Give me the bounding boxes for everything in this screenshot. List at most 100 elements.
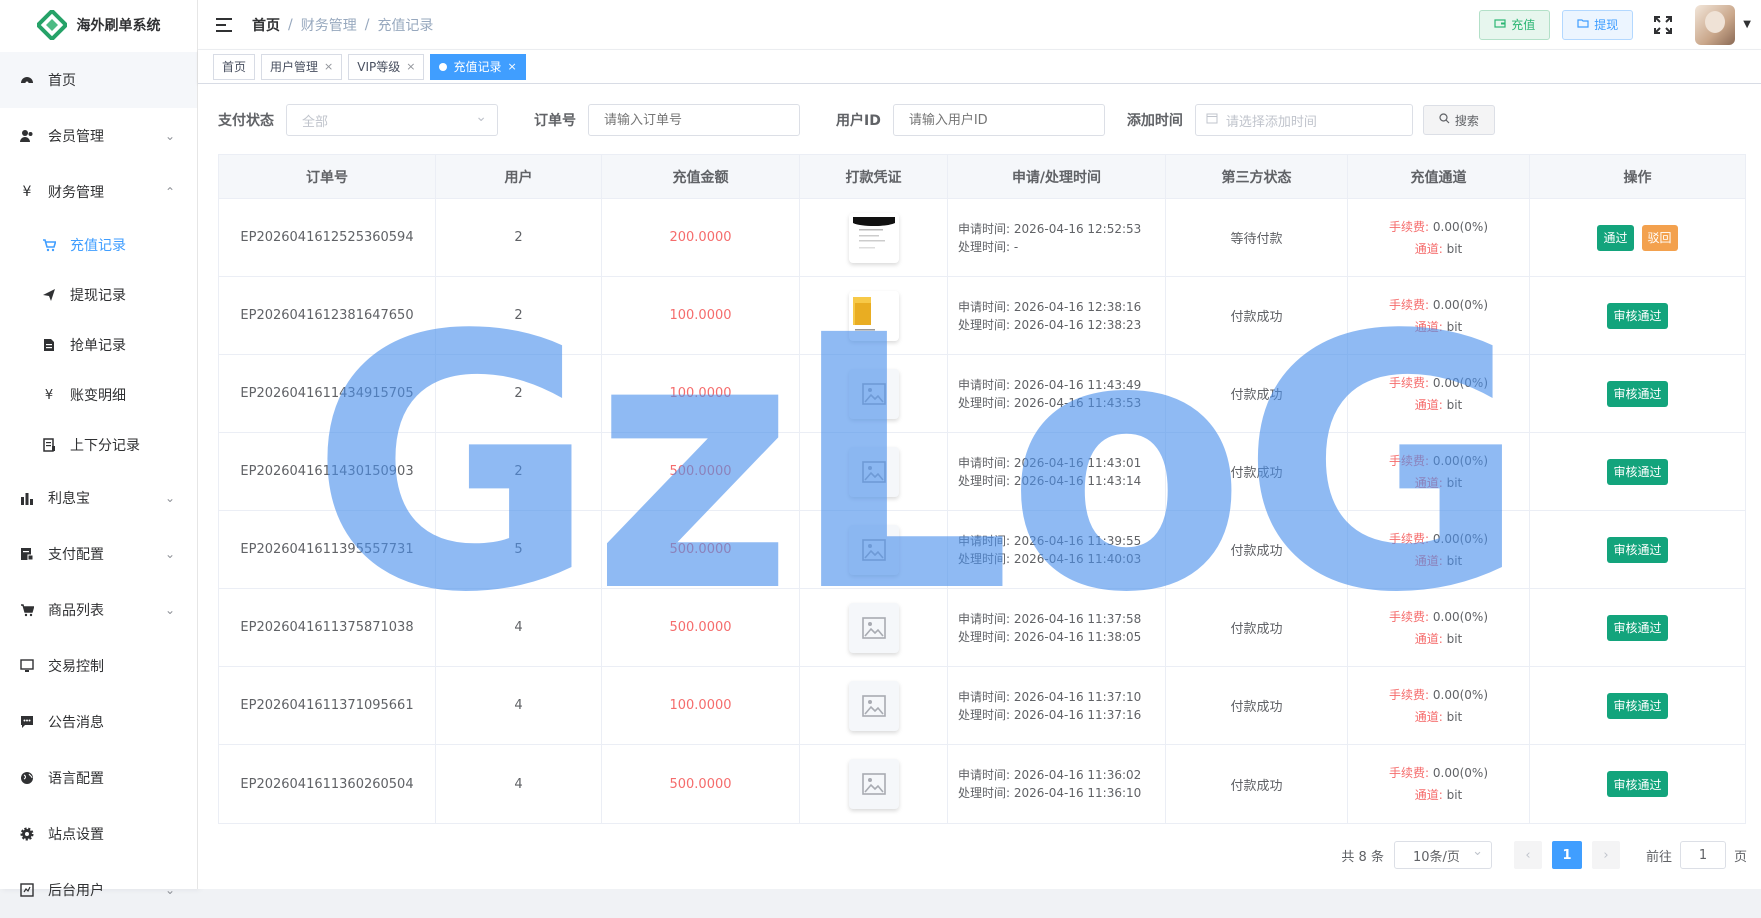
prev-page-button[interactable]: ‹ [1513, 841, 1542, 869]
sidebar-item-interest[interactable]: 利息宝 ⌄ [0, 470, 197, 526]
reject-button[interactable]: 驳回 [1641, 224, 1678, 251]
approved-status-button[interactable]: 审核通过 [1607, 458, 1668, 485]
sidebar-item-label: 利息宝 [48, 491, 90, 507]
cell-time: 申请时间: 2026-04-16 11:39:55 处理时间: 2026-04-1… [948, 511, 1166, 588]
channel-line: 通道: bit [1415, 238, 1463, 260]
goto-page-input[interactable]: 1 [1679, 841, 1726, 869]
sidebar-item-products[interactable]: 商品列表 ⌄ [0, 582, 197, 638]
cell-time: 申请时间: 2026-04-16 11:43:49 处理时间: 2026-04-1… [948, 355, 1166, 432]
order-input[interactable] [588, 104, 800, 136]
cell-actions: 通过 驳回 [1530, 199, 1745, 276]
sidebar-item-label: 账变明细 [70, 388, 126, 404]
top-header: 首页 / 财务管理 / 充值记录 充值 提现 ▼ [198, 0, 1761, 50]
pay-status-select[interactable]: 全部 ⌄ [286, 104, 498, 136]
approved-status-button[interactable]: 审核通过 [1607, 536, 1668, 563]
sidebar-subitem-balance-details[interactable]: ¥ 账变明细 [0, 370, 197, 420]
sidebar-item-members[interactable]: 会员管理 ⌄ [0, 108, 197, 164]
sidebar-item-admin-users[interactable]: 后台用户 ⌄ [0, 862, 197, 918]
cell-third-status: 付款成功 [1166, 667, 1348, 744]
add-time-picker[interactable]: 请选择添加时间 [1194, 104, 1413, 136]
cell-amount: 100.0000 [602, 277, 800, 354]
cell-user: 4 [436, 667, 602, 744]
document-icon [40, 336, 58, 354]
avatar[interactable] [1695, 4, 1736, 45]
sidebar-item-announcements[interactable]: 公告消息 [0, 694, 197, 750]
approved-status-button[interactable]: 审核通过 [1607, 771, 1668, 797]
fee-line: 手续费: 0.00(0%) [1389, 372, 1488, 394]
voucher-thumbnail[interactable] [848, 290, 899, 341]
yen-icon: ¥ [44, 387, 54, 403]
menu-toggle-icon[interactable] [216, 17, 232, 32]
breadcrumb-home[interactable]: 首页 [252, 15, 280, 35]
approve-button[interactable]: 通过 [1597, 224, 1634, 251]
fullscreen-icon[interactable] [1653, 15, 1673, 35]
sidebar-subitem-withdraw[interactable]: 提现记录 [0, 270, 197, 320]
tag-recharge-records[interactable]: 充值记录 × [430, 53, 526, 80]
image-placeholder-icon[interactable] [848, 680, 899, 731]
tag-vip-level[interactable]: VIP等级 × [348, 53, 425, 80]
cell-amount: 500.0000 [602, 433, 800, 510]
approved-status-button[interactable]: 审核通过 [1607, 614, 1668, 641]
next-page-button[interactable]: › [1591, 841, 1620, 869]
add-time-placeholder: 请选择添加时间 [1225, 114, 1317, 130]
close-icon[interactable]: × [324, 60, 333, 73]
sidebar-subitem-recharge[interactable]: 充值记录 [0, 220, 197, 270]
pay-status-value: 全部 [302, 114, 329, 130]
image-placeholder-icon[interactable] [848, 524, 899, 575]
app-logo[interactable]: 海外刷单系统 [0, 0, 197, 50]
cell-user: 2 [436, 277, 602, 354]
approved-status-button[interactable]: 审核通过 [1607, 692, 1668, 719]
channel-label: 通道: [1414, 709, 1443, 724]
search-button[interactable]: 搜索 [1422, 105, 1495, 135]
chevron-down-icon: ⌄ [164, 547, 175, 561]
cell-time: 申请时间: 2026-04-16 11:36:02 处理时间: 2026-04-1… [948, 745, 1166, 823]
tag-home[interactable]: 首页 [213, 53, 256, 80]
cell-order: EP2026041611360260504 [219, 745, 436, 823]
sidebar-item-finance[interactable]: ¥ 财务管理 ⌃ [0, 164, 197, 220]
process-time: 处理时间: 2026-04-16 11:38:05 [958, 629, 1142, 644]
close-icon[interactable]: × [406, 60, 415, 73]
recharge-button[interactable]: 充值 [1479, 9, 1551, 40]
page-number-current[interactable]: 1 [1551, 841, 1582, 869]
image-placeholder-icon[interactable] [848, 368, 899, 419]
sidebar-item-trade-control[interactable]: 交易控制 [0, 638, 197, 694]
image-placeholder-icon[interactable] [848, 602, 899, 653]
close-icon[interactable]: × [507, 60, 516, 73]
channel-label: 通道: [1414, 553, 1443, 568]
chevron-down-icon: ⌄ [164, 491, 175, 505]
voucher-thumbnail[interactable] [848, 212, 899, 263]
sidebar-subitem-grab-orders[interactable]: 抢单记录 [0, 320, 197, 370]
sidebar-item-language[interactable]: 语言配置 [0, 750, 197, 806]
sidebar-item-site-settings[interactable]: 站点设置 [0, 806, 197, 862]
tag-label: 首页 [222, 60, 247, 74]
wallet-icon [1494, 17, 1506, 32]
approved-status-button[interactable]: 审核通过 [1607, 380, 1668, 407]
page-size-select[interactable]: 10条/页 ⌄ [1393, 841, 1492, 869]
breadcrumb-finance: 财务管理 [300, 17, 357, 34]
user-id-input[interactable] [892, 104, 1105, 136]
fee-label: 手续费: [1389, 453, 1430, 468]
col-time: 申请/处理时间 [948, 155, 1166, 198]
fee-value: 0.00(0%) [1432, 766, 1488, 780]
fee-line: 手续费: 0.00(0%) [1389, 216, 1488, 238]
sidebar-item-payment-config[interactable]: 支付配置 ⌄ [0, 526, 197, 582]
col-channel: 充值通道 [1348, 155, 1530, 198]
withdraw-button[interactable]: 提现 [1562, 9, 1634, 40]
breadcrumb: 首页 / 财务管理 / 充值记录 [252, 15, 433, 35]
apply-time: 申请时间: 2026-04-16 11:43:01 [958, 455, 1142, 470]
image-placeholder-icon[interactable] [848, 446, 899, 497]
tag-user-management[interactable]: 用户管理 × [261, 53, 343, 80]
sidebar-item-home[interactable]: 首页 [0, 52, 197, 108]
caret-down-icon[interactable]: ▼ [1743, 19, 1751, 30]
cell-user: 5 [436, 511, 602, 588]
channel-value: bit [1446, 709, 1463, 724]
cell-order: EP2026041611371095661 [219, 667, 436, 744]
sidebar-subitem-score-records[interactable]: 上下分记录 [0, 420, 197, 470]
approved-status-button[interactable]: 审核通过 [1607, 302, 1668, 329]
sidebar-item-label: 提现记录 [70, 288, 126, 304]
channel-value: bit [1446, 788, 1463, 802]
fee-value: 0.00(0%) [1432, 453, 1488, 468]
send-icon [40, 286, 58, 304]
image-placeholder-icon[interactable] [848, 759, 899, 809]
cell-actions: 审核通过 [1530, 511, 1745, 588]
